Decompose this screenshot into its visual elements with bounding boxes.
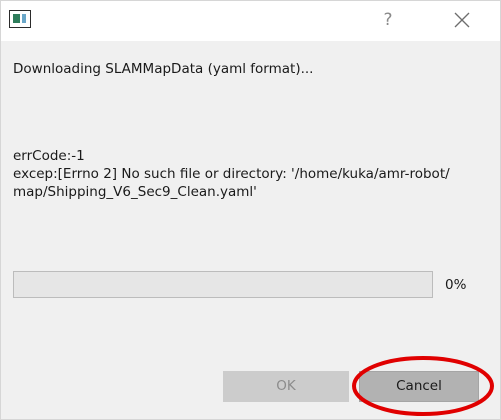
title-bar: ? — [1, 1, 500, 41]
error-code: errCode:-1 — [13, 148, 85, 164]
download-dialog: ? Downloading SLAMMapData (yaml format).… — [0, 0, 501, 420]
close-icon — [454, 12, 470, 28]
error-exception-line-2: map/Shipping_V6_Sec9_Clean.yaml' — [13, 184, 257, 200]
close-button[interactable] — [447, 6, 477, 34]
error-exception-line-1: excep:[Errno 2] No such file or director… — [13, 166, 450, 182]
help-button[interactable]: ? — [373, 6, 403, 34]
cancel-button[interactable]: Cancel — [359, 371, 479, 402]
error-details: errCode:-1 excep:[Errno 2] No such file … — [13, 147, 488, 201]
status-message: Downloading SLAMMapData (yaml format)... — [13, 61, 314, 77]
progress-bar — [13, 271, 433, 298]
app-window-icon — [9, 10, 31, 28]
progress-percent: 0% — [445, 277, 467, 293]
ok-button[interactable]: OK — [223, 371, 349, 402]
